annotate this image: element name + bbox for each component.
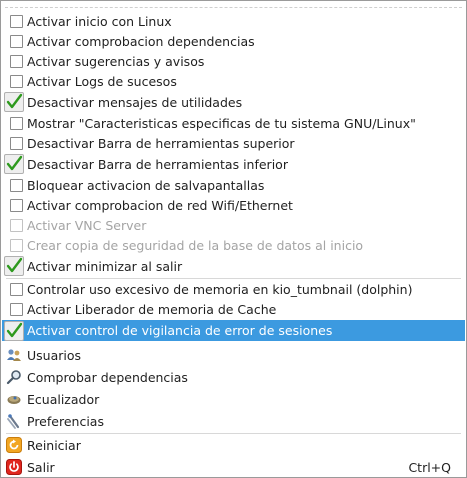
menu-item-comprobacion-dependencias[interactable]: Activar comprobacion dependencias [2, 31, 465, 51]
menu-item-label: Crear copia de seguridad de la base de d… [27, 237, 364, 253]
menu-item-reiniciar[interactable]: Reiniciar [2, 434, 465, 456]
checkbox-unchecked-icon [10, 218, 23, 232]
menu-item-label: Activar Liberador de memoria de Cache [27, 301, 277, 317]
menu-item-label: Preferencias [27, 413, 104, 429]
shortcut-label: Ctrl+Q [408, 459, 451, 475]
checkbox-unchecked-icon [10, 198, 23, 212]
checkbox-unchecked-icon [10, 136, 23, 150]
menu-item-label: Desactivar mensajes de utilidades [27, 94, 243, 110]
menu-item-label: Activar VNC Server [27, 217, 147, 233]
menu-item-barra-superior[interactable]: Desactivar Barra de herramientas superio… [2, 133, 465, 153]
menu-item-label: Mostrar "Caracteristicas especificas de … [27, 115, 416, 131]
menu-tear-line [5, 7, 462, 8]
menu-item-salvapantallas[interactable]: Bloquear activacion de salvapantallas [2, 175, 465, 195]
menu-item-label: Salir [27, 459, 55, 475]
menu-item-label: Activar comprobacion de red Wifi/Etherne… [27, 197, 293, 213]
menu-item-copia-seguridad: Crear copia de seguridad de la base de d… [2, 235, 465, 255]
menu-item-salir[interactable]: Salir Ctrl+Q [2, 456, 465, 478]
checkbox-unchecked-icon [10, 178, 23, 192]
menu-item-label: Ecualizador [27, 391, 100, 407]
checkbox-unchecked-icon [10, 14, 23, 28]
checkbox-unchecked-icon [10, 34, 23, 48]
menu-item-usuarios[interactable]: Usuarios [2, 344, 465, 366]
menu-item-caracteristicas-sistema[interactable]: Mostrar "Caracteristicas especificas de … [2, 113, 465, 133]
preferences-icon [6, 413, 22, 429]
checkbox-unchecked-icon [10, 116, 23, 130]
checkmark-icon [4, 154, 24, 174]
menu-item-label: Activar comprobacion dependencias [27, 33, 255, 49]
checkmark-icon [4, 321, 24, 341]
equalizer-icon [6, 391, 22, 407]
menu-item-sugerencias-avisos[interactable]: Activar sugerencias y avisos [2, 51, 465, 71]
menu-item-ecualizador[interactable]: Ecualizador [2, 388, 465, 410]
menu-item-label: Desactivar Barra de herramientas superio… [27, 135, 295, 151]
menu-item-label: Controlar uso excesivo de memoria en kio… [27, 281, 413, 297]
context-menu: Activar inicio con Linux Activar comprob… [0, 0, 467, 478]
menu-item-minimizar-salir[interactable]: Activar minimizar al salir [2, 255, 465, 277]
checkbox-unchecked-icon [10, 282, 23, 296]
menu-item-comprobar-dependencias[interactable]: Comprobar dependencias [2, 366, 465, 388]
menu-item-vigilancia-sesiones[interactable]: Activar control de vigilancia de error d… [2, 320, 465, 341]
menu-item-kio-thumbnail[interactable]: Controlar uso excesivo de memoria en kio… [2, 279, 465, 299]
menu-item-label: Activar minimizar al salir [27, 258, 183, 274]
menu-item-label: Activar control de vigilancia de error d… [27, 323, 333, 338]
menu-item-preferencias[interactable]: Preferencias [2, 410, 465, 432]
menu-item-label: Reiniciar [27, 437, 81, 453]
menu-item-barra-inferior[interactable]: Desactivar Barra de herramientas inferio… [2, 153, 465, 175]
users-icon [6, 347, 22, 363]
checkmark-icon [4, 256, 24, 276]
menu-item-logs-sucesos[interactable]: Activar Logs de sucesos [2, 71, 465, 91]
restart-icon [6, 437, 22, 453]
menu-item-label: Activar Logs de sucesos [27, 73, 177, 89]
checkbox-unchecked-icon [10, 54, 23, 68]
menu-item-label: Activar inicio con Linux [27, 13, 172, 29]
menu-item-label: Desactivar Barra de herramientas inferio… [27, 156, 288, 172]
menu-item-label: Activar sugerencias y avisos [27, 53, 205, 69]
menu-item-liberador-cache[interactable]: Activar Liberador de memoria de Cache [2, 299, 465, 319]
menu-item-label: Bloquear activacion de salvapantallas [27, 177, 265, 193]
menu-item-mensajes-utilidades[interactable]: Desactivar mensajes de utilidades [2, 91, 465, 113]
magnifier-icon [6, 369, 22, 385]
checkbox-unchecked-icon [10, 302, 23, 316]
power-icon [6, 459, 22, 475]
checkbox-unchecked-icon [10, 238, 23, 252]
menu-item-label: Usuarios [27, 347, 82, 363]
menu-item-inicio-linux[interactable]: Activar inicio con Linux [2, 11, 465, 31]
menu-item-red-wifi[interactable]: Activar comprobacion de red Wifi/Etherne… [2, 195, 465, 215]
checkmark-icon [4, 92, 24, 112]
menu-item-label: Comprobar dependencias [27, 369, 188, 385]
checkbox-unchecked-icon [10, 74, 23, 88]
menu-item-vnc-server: Activar VNC Server [2, 215, 465, 235]
